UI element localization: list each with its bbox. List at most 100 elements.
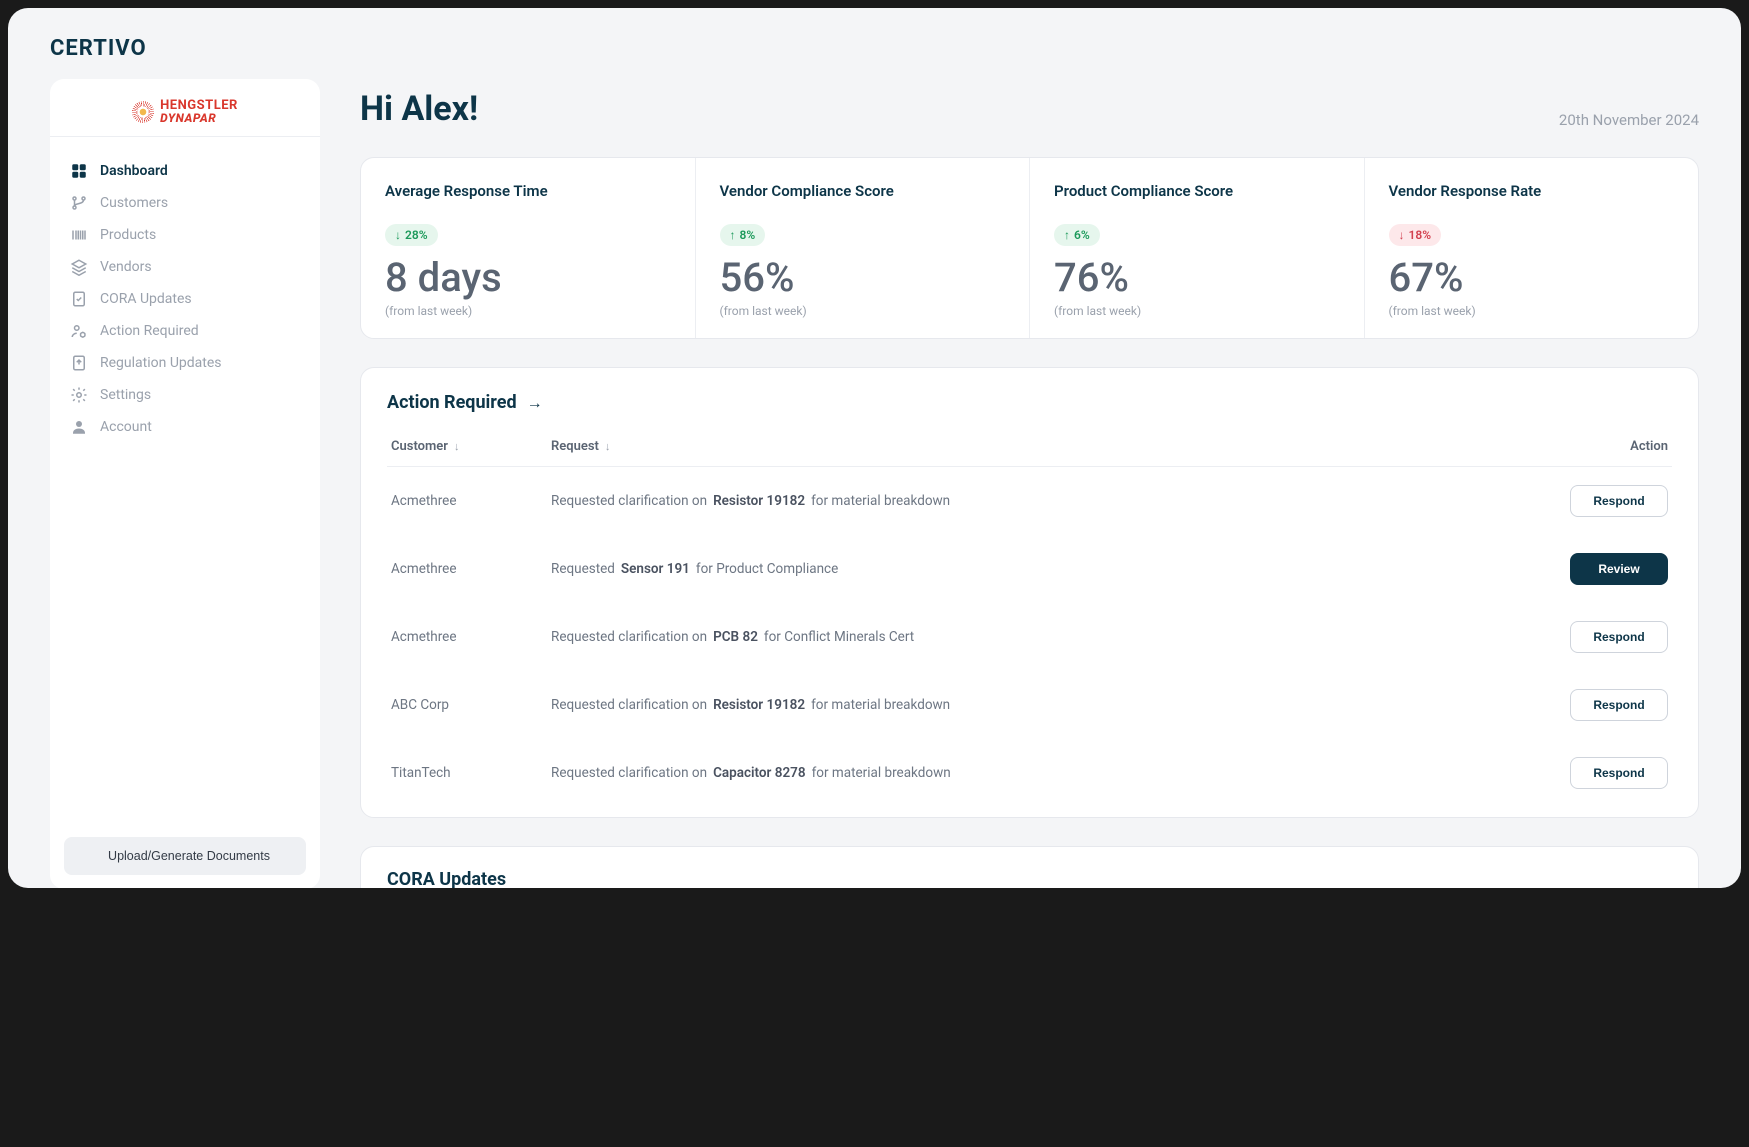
kpi-title: Vendor Response Rate xyxy=(1389,182,1675,200)
kpi-card: Product Compliance Score ↑ 6% 76% (from last… xyxy=(1030,158,1365,338)
doc-arrow-icon xyxy=(70,354,88,372)
barcode-icon xyxy=(70,226,88,244)
respond-button[interactable]: Respond xyxy=(1570,485,1668,517)
kpi-cards: Average Response Time ↓ 28% 8 days (from las… xyxy=(360,157,1699,339)
action-required-title[interactable]: Action Required → xyxy=(387,392,1672,413)
row-request: Requested clarification on Resistor 1918… xyxy=(551,493,1528,509)
org-burst-icon xyxy=(132,101,154,123)
kpi-delta: ↑ 8% xyxy=(720,224,766,246)
respond-button[interactable]: Respond xyxy=(1570,757,1668,789)
action-row: AcmethreeRequested clarification on Resi… xyxy=(387,467,1672,535)
upload-generate-label: Upload/Generate Documents xyxy=(108,849,270,863)
arrow-up-icon: ↑ xyxy=(730,228,736,242)
kpi-value: 8 days xyxy=(385,256,671,300)
action-row: TitanTechRequested clarification on Capa… xyxy=(387,739,1672,807)
row-customer: Acmethree xyxy=(391,493,551,509)
cora-updates-card: CORA Updates xyxy=(360,846,1699,888)
brand-logo: CERTIVO xyxy=(50,36,1741,61)
kpi-note: (from last week) xyxy=(1054,304,1340,318)
kpi-delta-value: 8% xyxy=(740,228,756,242)
sidebar-item-label: Dashboard xyxy=(100,163,168,179)
greeting: Hi Alex! xyxy=(360,89,478,129)
kpi-delta-value: 28% xyxy=(405,228,428,242)
arrow-up-icon: ↑ xyxy=(1064,228,1070,242)
org-name-2: DYNAPAR xyxy=(160,112,238,124)
kpi-value: 56% xyxy=(720,256,1006,300)
sidebar-nav: Dashboard Customers Products Vendors CORA Up… xyxy=(50,137,320,823)
header-date: 20th November 2024 xyxy=(1559,111,1699,129)
upload-generate-button[interactable]: Upload/Generate Documents xyxy=(64,837,306,875)
sidebar-item-label: Customers xyxy=(100,195,168,211)
action-table-head: Customer ↓ Request ↓ Action xyxy=(387,431,1672,467)
org-logo: HENGSTLER DYNAPAR xyxy=(50,79,320,137)
kpi-value: 67% xyxy=(1389,256,1675,300)
person-gear-icon xyxy=(70,322,88,340)
sidebar-item-dashboard[interactable]: Dashboard xyxy=(60,155,310,187)
kpi-delta: ↓ 28% xyxy=(385,224,438,246)
sort-down-icon: ↓ xyxy=(605,440,611,453)
person-icon xyxy=(70,418,88,436)
col-request[interactable]: Request ↓ xyxy=(551,439,1528,454)
main-content: Hi Alex! 20th November 2024 Average Resp… xyxy=(360,79,1741,888)
grid-icon xyxy=(70,162,88,180)
sidebar-item-account[interactable]: Account xyxy=(60,411,310,443)
cora-updates-title: CORA Updates xyxy=(387,869,1672,888)
review-button[interactable]: Review xyxy=(1570,553,1668,585)
brand-row: CERTIVO xyxy=(8,8,1741,79)
app-frame: CERTIVO HENGSTLER DYNAPAR Dashboard Custo… xyxy=(8,8,1741,888)
kpi-card: Vendor Response Rate ↓ 18% 67% (from last we… xyxy=(1365,158,1699,338)
kpi-delta-value: 6% xyxy=(1074,228,1090,242)
sort-down-icon: ↓ xyxy=(454,440,460,453)
kpi-card: Average Response Time ↓ 28% 8 days (from las… xyxy=(361,158,696,338)
kpi-card: Vendor Compliance Score ↑ 8% 56% (from last … xyxy=(696,158,1031,338)
kpi-note: (from last week) xyxy=(385,304,671,318)
branch-icon xyxy=(70,194,88,212)
kpi-title: Vendor Compliance Score xyxy=(720,182,1006,200)
kpi-value: 76% xyxy=(1054,256,1340,300)
row-customer: Acmethree xyxy=(391,561,551,577)
row-request: Requested Sensor 191 for Product Complia… xyxy=(551,561,1528,577)
kpi-note: (from last week) xyxy=(720,304,1006,318)
respond-button[interactable]: Respond xyxy=(1570,621,1668,653)
row-customer: Acmethree xyxy=(391,629,551,645)
header-row: Hi Alex! 20th November 2024 xyxy=(360,89,1699,129)
action-row: AcmethreeRequested clarification on PCB … xyxy=(387,603,1672,671)
arrow-right-icon: → xyxy=(527,393,543,413)
action-row: ABC CorpRequested clarification on Resis… xyxy=(387,671,1672,739)
sidebar-item-label: Vendors xyxy=(100,259,152,275)
sidebar-item-vendors[interactable]: Vendors xyxy=(60,251,310,283)
kpi-delta: ↑ 6% xyxy=(1054,224,1100,246)
sidebar-item-regulation-updates[interactable]: Regulation Updates xyxy=(60,347,310,379)
doc-check-icon xyxy=(70,290,88,308)
respond-button[interactable]: Respond xyxy=(1570,689,1668,721)
sidebar-item-label: Action Required xyxy=(100,323,199,339)
row-customer: ABC Corp xyxy=(391,697,551,713)
row-request: Requested clarification on PCB 82 for Co… xyxy=(551,629,1528,645)
sidebar-item-products[interactable]: Products xyxy=(60,219,310,251)
row-request: Requested clarification on Resistor 1918… xyxy=(551,697,1528,713)
sidebar-item-label: Account xyxy=(100,419,152,435)
sidebar-item-label: CORA Updates xyxy=(100,291,192,307)
col-customer[interactable]: Customer ↓ xyxy=(391,439,551,454)
kpi-title: Average Response Time xyxy=(385,182,671,200)
row-customer: TitanTech xyxy=(391,765,551,781)
gear-icon xyxy=(70,386,88,404)
sidebar-item-action-required[interactable]: Action Required xyxy=(60,315,310,347)
col-action: Action xyxy=(1528,439,1668,454)
kpi-delta-value: 18% xyxy=(1409,228,1432,242)
kpi-note: (from last week) xyxy=(1389,304,1675,318)
sidebar-item-cora-updates[interactable]: CORA Updates xyxy=(60,283,310,315)
row-request: Requested clarification on Capacitor 827… xyxy=(551,765,1528,781)
sidebar-item-customers[interactable]: Customers xyxy=(60,187,310,219)
sidebar: HENGSTLER DYNAPAR Dashboard Customers Prod… xyxy=(50,79,320,888)
sidebar-item-label: Regulation Updates xyxy=(100,355,222,371)
action-row: AcmethreeRequested Sensor 191 for Produc… xyxy=(387,535,1672,603)
sidebar-item-label: Products xyxy=(100,227,156,243)
arrow-down-icon: ↓ xyxy=(395,228,401,242)
kpi-delta: ↓ 18% xyxy=(1389,224,1442,246)
kpi-title: Product Compliance Score xyxy=(1054,182,1340,200)
layers-icon xyxy=(70,258,88,276)
arrow-down-icon: ↓ xyxy=(1399,228,1405,242)
action-required-card: Action Required → Customer ↓ Request ↓ A… xyxy=(360,367,1699,818)
sidebar-item-settings[interactable]: Settings xyxy=(60,379,310,411)
